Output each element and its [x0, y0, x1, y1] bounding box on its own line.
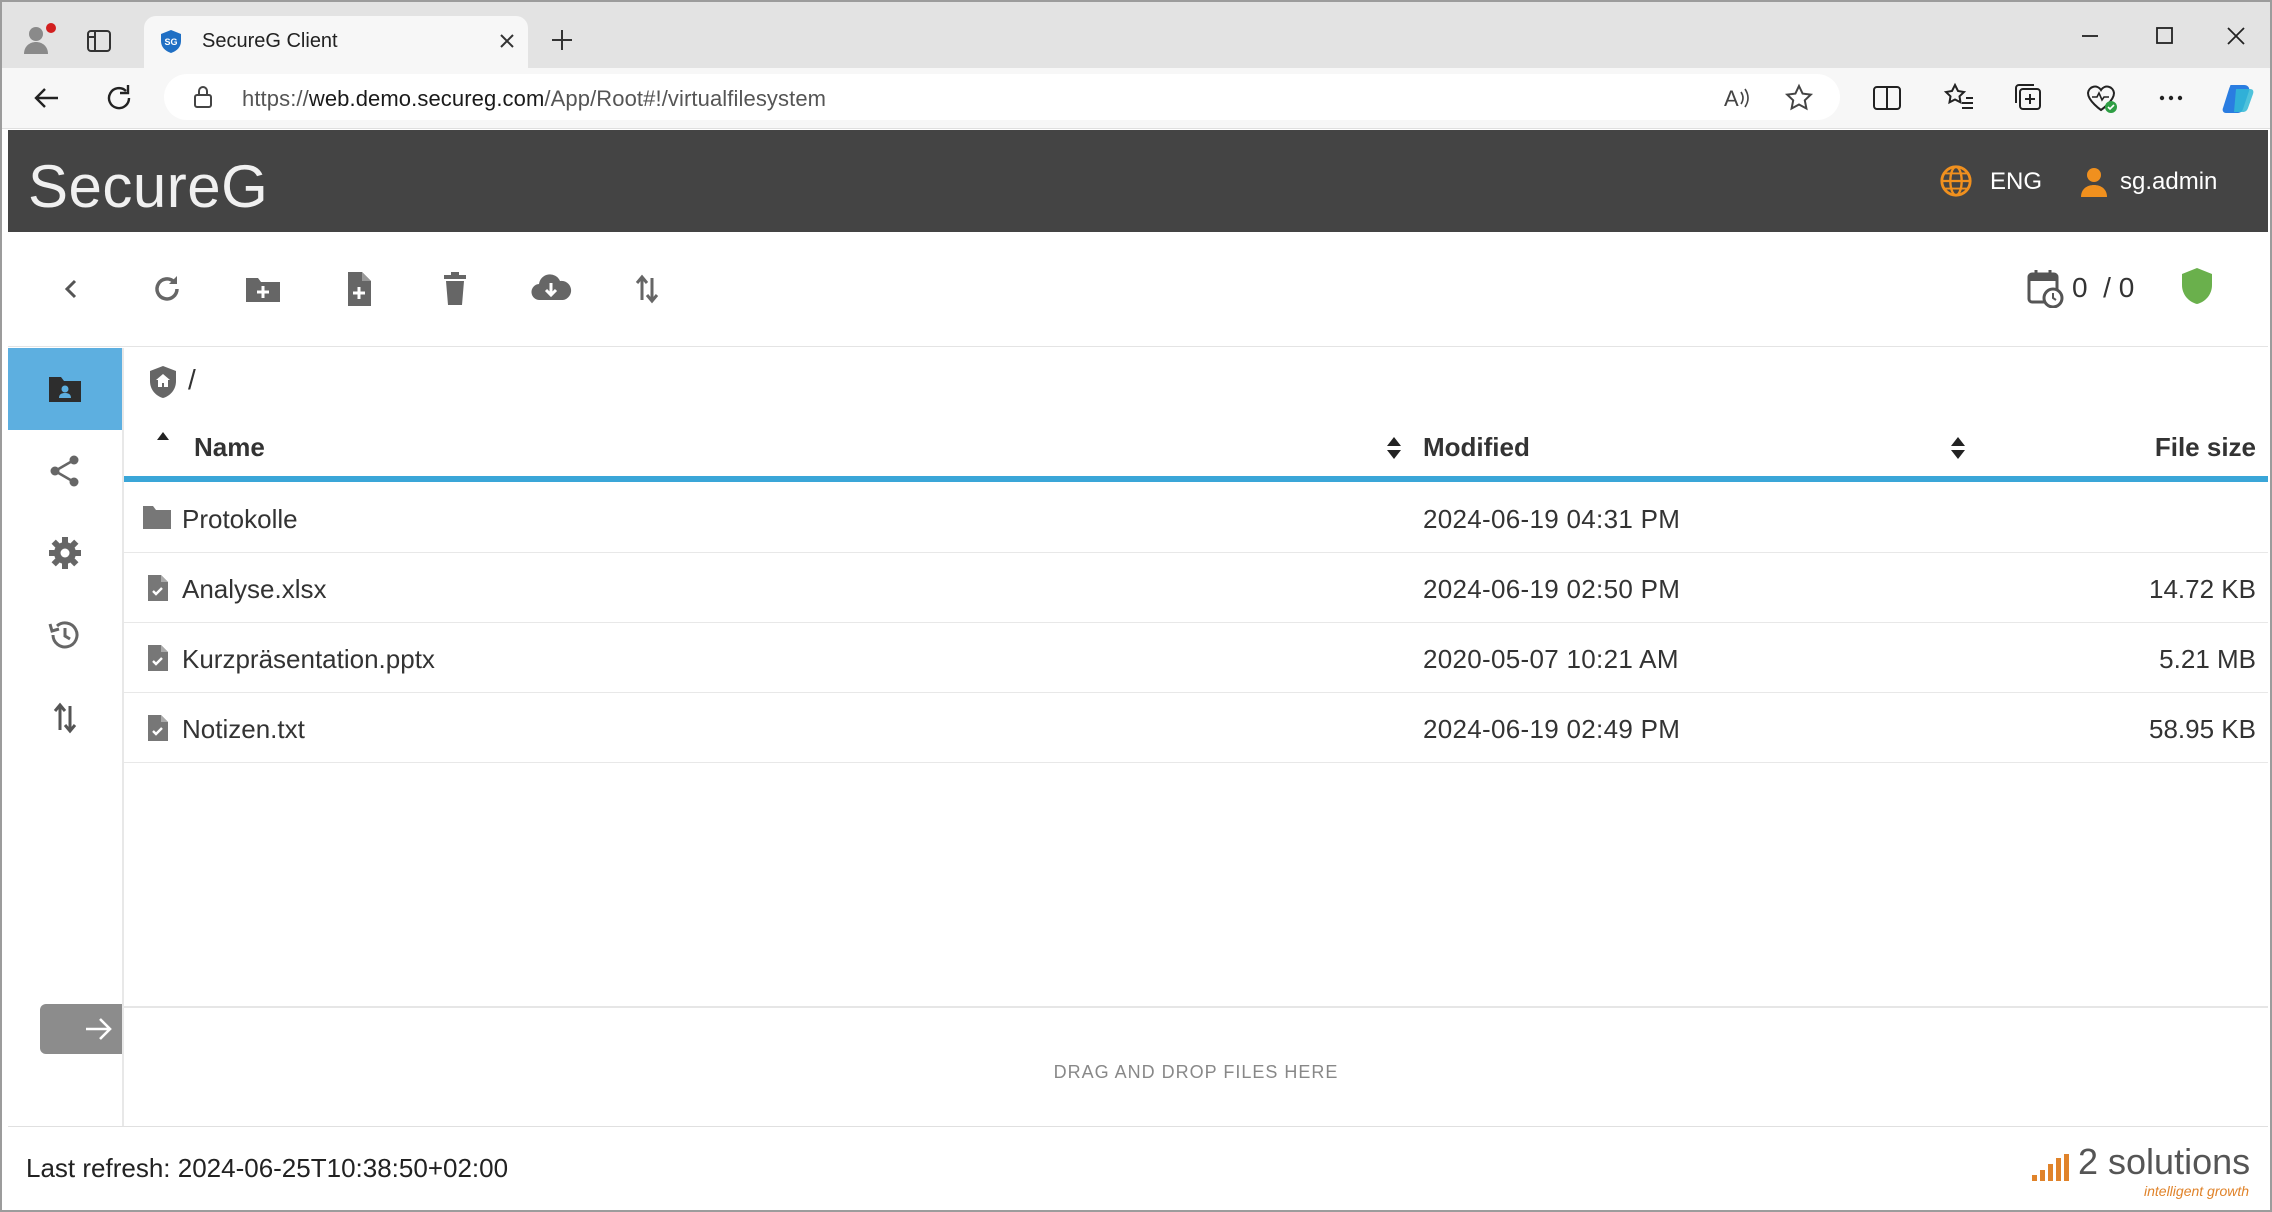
security-shield-icon[interactable] — [2180, 266, 2214, 306]
arrow-right-icon — [86, 1018, 112, 1040]
browser-tab[interactable]: SG SecureG Client — [144, 16, 528, 68]
sidebar-item-files[interactable] — [8, 348, 122, 430]
last-refresh-text: Last refresh: 2024-06-25T10:38:50+02:00 — [26, 1153, 509, 1183]
sidebar-item-history[interactable] — [8, 594, 122, 676]
read-aloud-icon[interactable]: A — [1722, 84, 1752, 112]
file-check-icon — [148, 645, 168, 671]
file-name[interactable]: Kurzpräsentation.pptx — [182, 644, 435, 675]
browser-nav-bar: https://web.demo.secureg.com/App/Root#!/… — [2, 68, 2270, 129]
copilot-icon[interactable] — [2220, 79, 2258, 117]
language-selector[interactable]: ENG — [1990, 168, 2042, 196]
close-window-icon[interactable] — [2216, 16, 2256, 56]
file-name[interactable]: Analyse.xlsx — [182, 574, 327, 605]
file-check-icon — [148, 715, 168, 741]
url-host: web.demo.secureg.com — [308, 86, 545, 111]
logo-tagline: intelligent growth — [2144, 1183, 2250, 1199]
app-brand[interactable]: SecureG — [28, 152, 268, 221]
profile-icon[interactable] — [22, 22, 56, 56]
footer: Last refresh: 2024-06-25T10:38:50+02:00 … — [8, 1126, 2268, 1210]
column-file-size[interactable]: File size — [2155, 432, 2256, 463]
history-icon — [48, 621, 79, 649]
logo-text: 2 solutions — [2078, 1141, 2251, 1182]
column-name[interactable]: Name — [194, 432, 265, 463]
table-row[interactable]: Protokolle 2024-06-19 04:31 PM — [124, 482, 2268, 553]
favorite-star-icon[interactable] — [1784, 83, 1814, 113]
svg-text:A: A — [1724, 86, 1739, 111]
secureg-favicon-icon: SG — [161, 30, 181, 53]
browser-window: SG SecureG Client https://web.demo.secur… — [0, 0, 2272, 1212]
expand-sidebar-button[interactable] — [40, 1004, 122, 1054]
url-prefix: https:// — [242, 86, 309, 111]
toolbar: 0 / 0 — [8, 232, 2268, 347]
favorites-icon[interactable] — [1942, 81, 1976, 115]
calendar-clock-icon[interactable] — [2026, 268, 2064, 308]
collections-icon[interactable] — [2012, 81, 2046, 115]
back-icon[interactable] — [48, 266, 94, 312]
sidebar-item-settings[interactable] — [8, 512, 122, 594]
file-modified: 2024-06-19 04:31 PM — [1423, 504, 1681, 534]
lock-icon[interactable] — [192, 85, 214, 109]
tab-title: SecureG Client — [202, 30, 338, 52]
back-arrow-icon[interactable] — [30, 81, 64, 115]
url-text[interactable]: https://web.demo.secureg.com/App/Root#!/… — [242, 86, 826, 112]
refresh-icon[interactable] — [144, 266, 190, 312]
column-modified[interactable]: Modified — [1423, 432, 1530, 463]
table-row[interactable]: Kurzpräsentation.pptx 2020-05-07 10:21 A… — [124, 622, 2268, 693]
close-tab-icon[interactable] — [494, 28, 520, 54]
address-bar[interactable]: https://web.demo.secureg.com/App/Root#!/… — [164, 74, 1840, 120]
file-check-icon — [148, 575, 168, 601]
signal-bars-icon — [2032, 1154, 2069, 1181]
browser-tab-bar: SG SecureG Client — [2, 2, 2270, 68]
folder-icon — [143, 506, 171, 529]
table-header: Name Modified File size — [124, 420, 2268, 482]
home-shield-icon[interactable] — [146, 362, 180, 402]
url-path: /App/Root#!/virtualfilesystem — [544, 86, 827, 111]
sidebar-item-transfers[interactable] — [8, 676, 122, 758]
more-menu-icon[interactable] — [2154, 81, 2188, 115]
i2-solutions-logo: 2 solutions intelligent growth — [2028, 1137, 2258, 1203]
sort-asc-icon[interactable] — [156, 430, 170, 442]
new-tab-icon[interactable] — [548, 26, 576, 54]
svg-text:SG: SG — [164, 37, 177, 47]
tab-actions-icon[interactable] — [86, 28, 112, 54]
browser-essentials-icon[interactable] — [2084, 81, 2118, 115]
breadcrumb-path[interactable]: / — [188, 364, 196, 396]
sort-both-icon[interactable] — [1950, 436, 1966, 460]
reload-icon[interactable] — [102, 81, 136, 115]
job-counter: 0 / 0 — [2072, 272, 2135, 303]
file-modified: 2020-05-07 10:21 AM — [1423, 644, 1679, 674]
file-browser: / Name Modified File size Protokolle 202… — [124, 348, 2268, 1126]
new-file-icon[interactable] — [336, 266, 382, 312]
file-size: 58.95 KB — [2149, 714, 2256, 744]
user-icon[interactable] — [2080, 166, 2108, 198]
file-name[interactable]: Protokolle — [182, 504, 298, 535]
delete-icon[interactable] — [432, 266, 478, 312]
new-folder-icon[interactable] — [240, 266, 286, 312]
sort-both-icon[interactable] — [1386, 436, 1402, 460]
table-row[interactable]: Analyse.xlsx 2024-06-19 02:50 PM 14.72 K… — [124, 552, 2268, 623]
sidebar-item-share[interactable] — [8, 430, 122, 512]
dropzone[interactable]: DRAG AND DROP FILES HERE — [124, 1006, 2268, 1128]
dropzone-label: DRAG AND DROP FILES HERE — [1053, 1062, 1339, 1082]
file-size: 5.21 MB — [2159, 644, 2256, 674]
maximize-icon[interactable] — [2144, 16, 2184, 56]
globe-icon[interactable] — [1938, 164, 1974, 198]
transfer-icon[interactable] — [624, 266, 670, 312]
table-row[interactable]: Notizen.txt 2024-06-19 02:49 PM 58.95 KB — [124, 692, 2268, 763]
transfer-icon — [53, 702, 77, 734]
file-modified: 2024-06-19 02:50 PM — [1423, 574, 1681, 604]
file-modified: 2024-06-19 02:49 PM — [1423, 714, 1681, 744]
app-header: SecureG ENG sg.admin — [8, 130, 2268, 232]
minimize-icon[interactable] — [2070, 16, 2110, 56]
folder-user-icon — [49, 377, 81, 402]
file-name[interactable]: Notizen.txt — [182, 714, 305, 745]
download-icon[interactable] — [528, 266, 574, 312]
file-size: 14.72 KB — [2149, 574, 2256, 604]
gear-icon — [49, 537, 81, 569]
user-menu[interactable]: sg.admin — [2120, 168, 2217, 196]
split-screen-icon[interactable] — [1870, 81, 1904, 115]
sidebar — [8, 348, 124, 1126]
share-icon — [50, 455, 79, 487]
